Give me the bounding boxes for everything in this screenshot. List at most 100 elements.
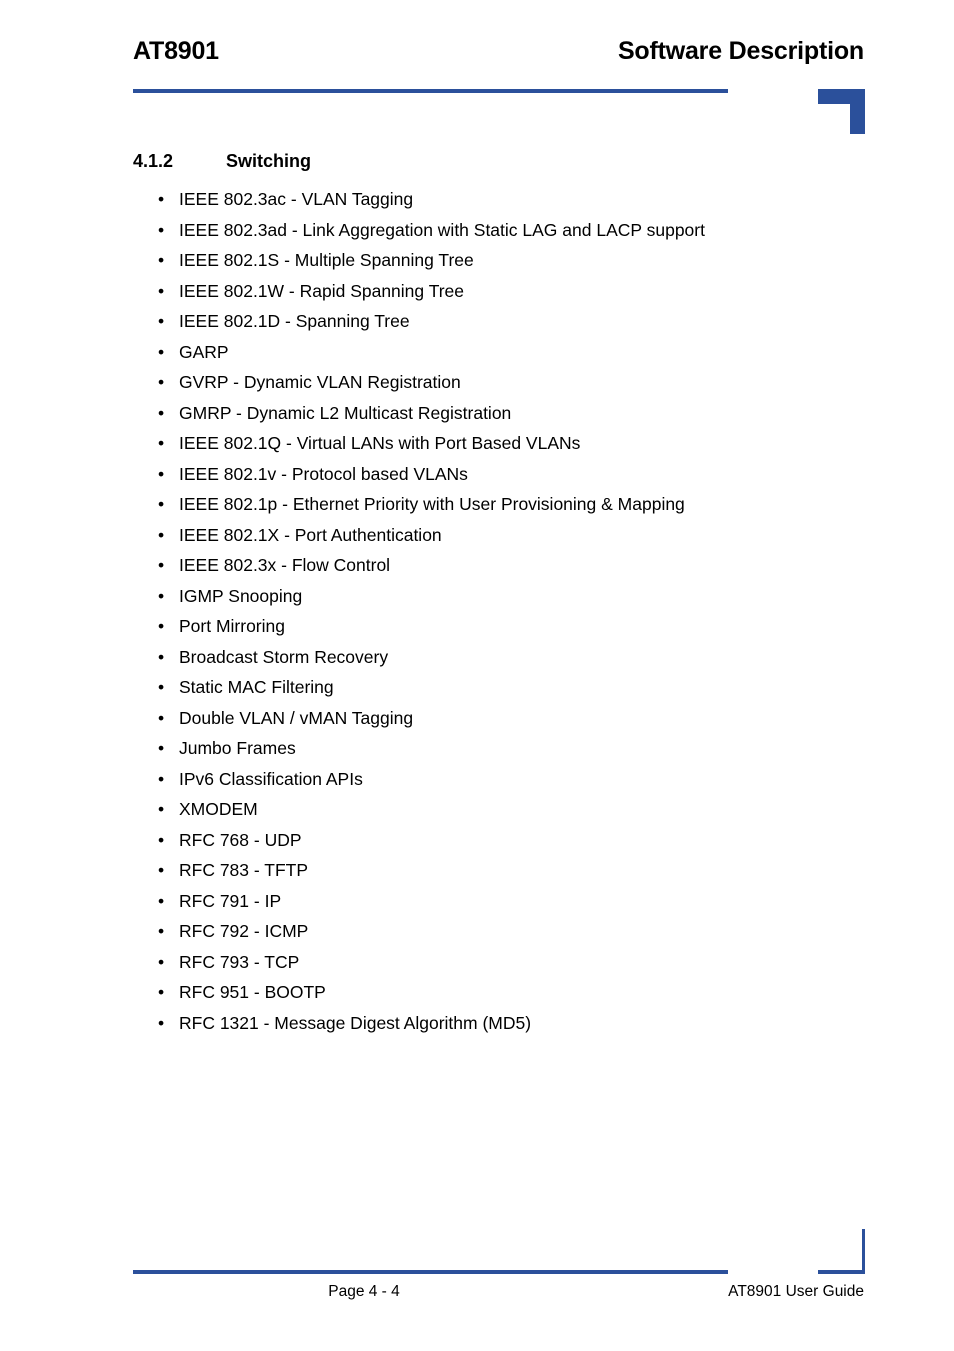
list-item-label: IEEE 802.3x - Flow Control	[179, 555, 391, 575]
bullet-marker-icon: •	[158, 433, 165, 453]
list-item: • GARP	[0, 337, 954, 368]
section-heading: 4.1.2 Switching	[0, 140, 954, 172]
footer-corner-mark-icon	[818, 1229, 865, 1274]
bullet-marker-icon: •	[158, 799, 165, 819]
list-item: • RFC 768 - UDP	[0, 825, 954, 856]
list-item: • IEEE 802.1X - Port Authentication	[0, 520, 954, 551]
list-item: • IGMP Snooping	[0, 581, 954, 612]
bullet-marker-icon: •	[158, 524, 165, 545]
bullet-marker-icon: •	[158, 402, 165, 423]
section-title: Switching	[226, 151, 311, 171]
bullet-marker-icon: •	[158, 555, 165, 575]
list-item: • IEEE 802.1v - Protocol based VLANs	[0, 459, 954, 490]
list-item-label: IEEE 802.3ac - VLAN Tagging	[179, 189, 414, 209]
list-item-label: IEEE 802.1W - Rapid Spanning Tree	[179, 280, 465, 301]
list-item: • IEEE 802.1S - Multiple Spanning Tree	[0, 245, 954, 276]
list-item-label: RFC 792 - ICMP	[179, 921, 309, 941]
bullet-marker-icon: •	[158, 616, 165, 636]
list-item: • RFC 793 - TCP	[0, 947, 954, 978]
footer-guide-title: AT8901 User Guide	[728, 1283, 864, 1300]
list-item: • GVRP - Dynamic VLAN Registration	[0, 367, 954, 398]
bullet-marker-icon: •	[158, 189, 165, 209]
list-item-label: RFC 1321 - Message Digest Algorithm (MD5…	[179, 1012, 532, 1033]
list-item: • IEEE 802.1D - Spanning Tree	[0, 306, 954, 337]
bullet-marker-icon: •	[158, 707, 165, 728]
list-item: • XMODEM	[0, 794, 954, 825]
list-item: • RFC 783 - TFTP	[0, 855, 954, 886]
list-item-label: IGMP Snooping	[179, 585, 303, 606]
section-number: 4.1.2	[133, 151, 174, 171]
bullet-marker-icon: •	[158, 494, 165, 514]
list-item-label: GARP	[179, 341, 229, 362]
list-item: • RFC 1321 - Message Digest Algorithm (MD…	[0, 1008, 954, 1039]
list-item: • RFC 951 - BOOTP	[0, 977, 954, 1008]
bullet-marker-icon: •	[158, 219, 165, 240]
list-item-label: RFC 791 - IP	[179, 890, 282, 911]
list-item-label: IEEE 802.1v - Protocol based VLANs	[179, 463, 468, 484]
header-corner-mark-icon	[818, 89, 865, 134]
list-item: • Static MAC Filtering	[0, 672, 954, 703]
bullet-marker-icon: •	[158, 311, 165, 331]
list-item-label: Static MAC Filtering	[179, 677, 334, 697]
list-item: • IEEE 802.1Q - Virtual LANs with Port Ba…	[0, 428, 954, 459]
list-item: • RFC 791 - IP	[0, 886, 954, 917]
list-item-label: IEEE 802.1S - Multiple Spanning Tree	[179, 250, 474, 270]
list-item-label: IEEE 802.3ad - Link Aggregation with Sta…	[179, 219, 705, 240]
bullet-marker-icon: •	[158, 890, 165, 911]
bullet-marker-icon: •	[158, 768, 165, 789]
list-item: • Broadcast Storm Recovery	[0, 642, 954, 673]
bullet-marker-icon: •	[158, 738, 165, 758]
bullet-marker-icon: •	[158, 250, 165, 270]
list-item-label: XMODEM	[179, 799, 258, 819]
bullet-marker-icon: •	[158, 951, 165, 972]
footer-corner-vertical-arm	[862, 1229, 865, 1274]
bullet-marker-icon: •	[158, 860, 165, 880]
list-item-label: IPv6 Classification APIs	[179, 768, 363, 789]
footer-page-number: Page 4 - 4	[328, 1283, 400, 1300]
list-item-label: GVRP - Dynamic VLAN Registration	[179, 372, 461, 392]
list-item: • IEEE 802.3ad - Link Aggregation with St…	[0, 215, 954, 246]
page-content: 4.1.2 Switching • IEEE 802.3ac - VLAN Tag…	[0, 140, 954, 1033]
list-item: • IEEE 802.1W - Rapid Spanning Tree	[0, 276, 954, 307]
header-section-title: Software Description	[617, 37, 864, 65]
bullet-marker-icon: •	[158, 341, 165, 362]
list-item: • Port Mirroring	[0, 611, 954, 642]
page-header: AT8901 Software Description	[0, 0, 954, 140]
bullet-marker-icon: •	[158, 646, 165, 667]
list-item: • IEEE 802.1p - Ethernet Priority with Us…	[0, 489, 954, 520]
list-item-label: Jumbo Frames	[179, 738, 296, 758]
bullet-marker-icon: •	[158, 1012, 165, 1033]
bullet-marker-icon: •	[158, 463, 165, 484]
list-item: • GMRP - Dynamic L2 Multicast Registratio…	[0, 398, 954, 429]
bullet-marker-icon: •	[158, 921, 165, 941]
bullet-marker-icon: •	[158, 585, 165, 606]
list-item-label: Double VLAN / vMAN Tagging	[179, 707, 414, 728]
list-item-label: Broadcast Storm Recovery	[179, 646, 389, 667]
document-page: AT8901 Software Description 4.1.2 Switch…	[0, 0, 954, 1351]
list-item-label: RFC 951 - BOOTP	[179, 982, 326, 1002]
list-item-label: IEEE 802.1D - Spanning Tree	[179, 311, 410, 331]
list-item-label: IEEE 802.1Q - Virtual LANs with Port Bas…	[179, 433, 581, 453]
header-divider-rule	[133, 89, 728, 93]
bullet-marker-icon: •	[158, 982, 165, 1002]
list-item: • IPv6 Classification APIs	[0, 764, 954, 795]
feature-bullet-list: • IEEE 802.3ac - VLAN Tagging • IEEE 802.3a…	[0, 184, 954, 1038]
list-item-label: RFC 793 - TCP	[179, 951, 300, 972]
bullet-marker-icon: •	[158, 372, 165, 392]
list-item: • IEEE 802.3x - Flow Control	[0, 550, 954, 581]
list-item: • Jumbo Frames	[0, 733, 954, 764]
footer-corner-horizontal-arm	[818, 1270, 865, 1274]
header-product-title: AT8901	[133, 37, 219, 65]
list-item: • Double VLAN / vMAN Tagging	[0, 703, 954, 734]
bullet-marker-icon: •	[158, 829, 165, 850]
list-item-label: Port Mirroring	[179, 616, 285, 636]
bullet-marker-icon: •	[158, 280, 165, 301]
list-item: • RFC 792 - ICMP	[0, 916, 954, 947]
page-footer: Page 4 - 4 AT8901 User Guide	[0, 1229, 954, 1351]
bullet-marker-icon: •	[158, 677, 165, 697]
list-item-label: RFC 768 - UDP	[179, 829, 302, 850]
list-item-label: IEEE 802.1X - Port Authentication	[179, 524, 442, 545]
list-item-label: RFC 783 - TFTP	[179, 860, 309, 880]
list-item: • IEEE 802.3ac - VLAN Tagging	[0, 184, 954, 215]
footer-divider-rule	[133, 1270, 728, 1274]
